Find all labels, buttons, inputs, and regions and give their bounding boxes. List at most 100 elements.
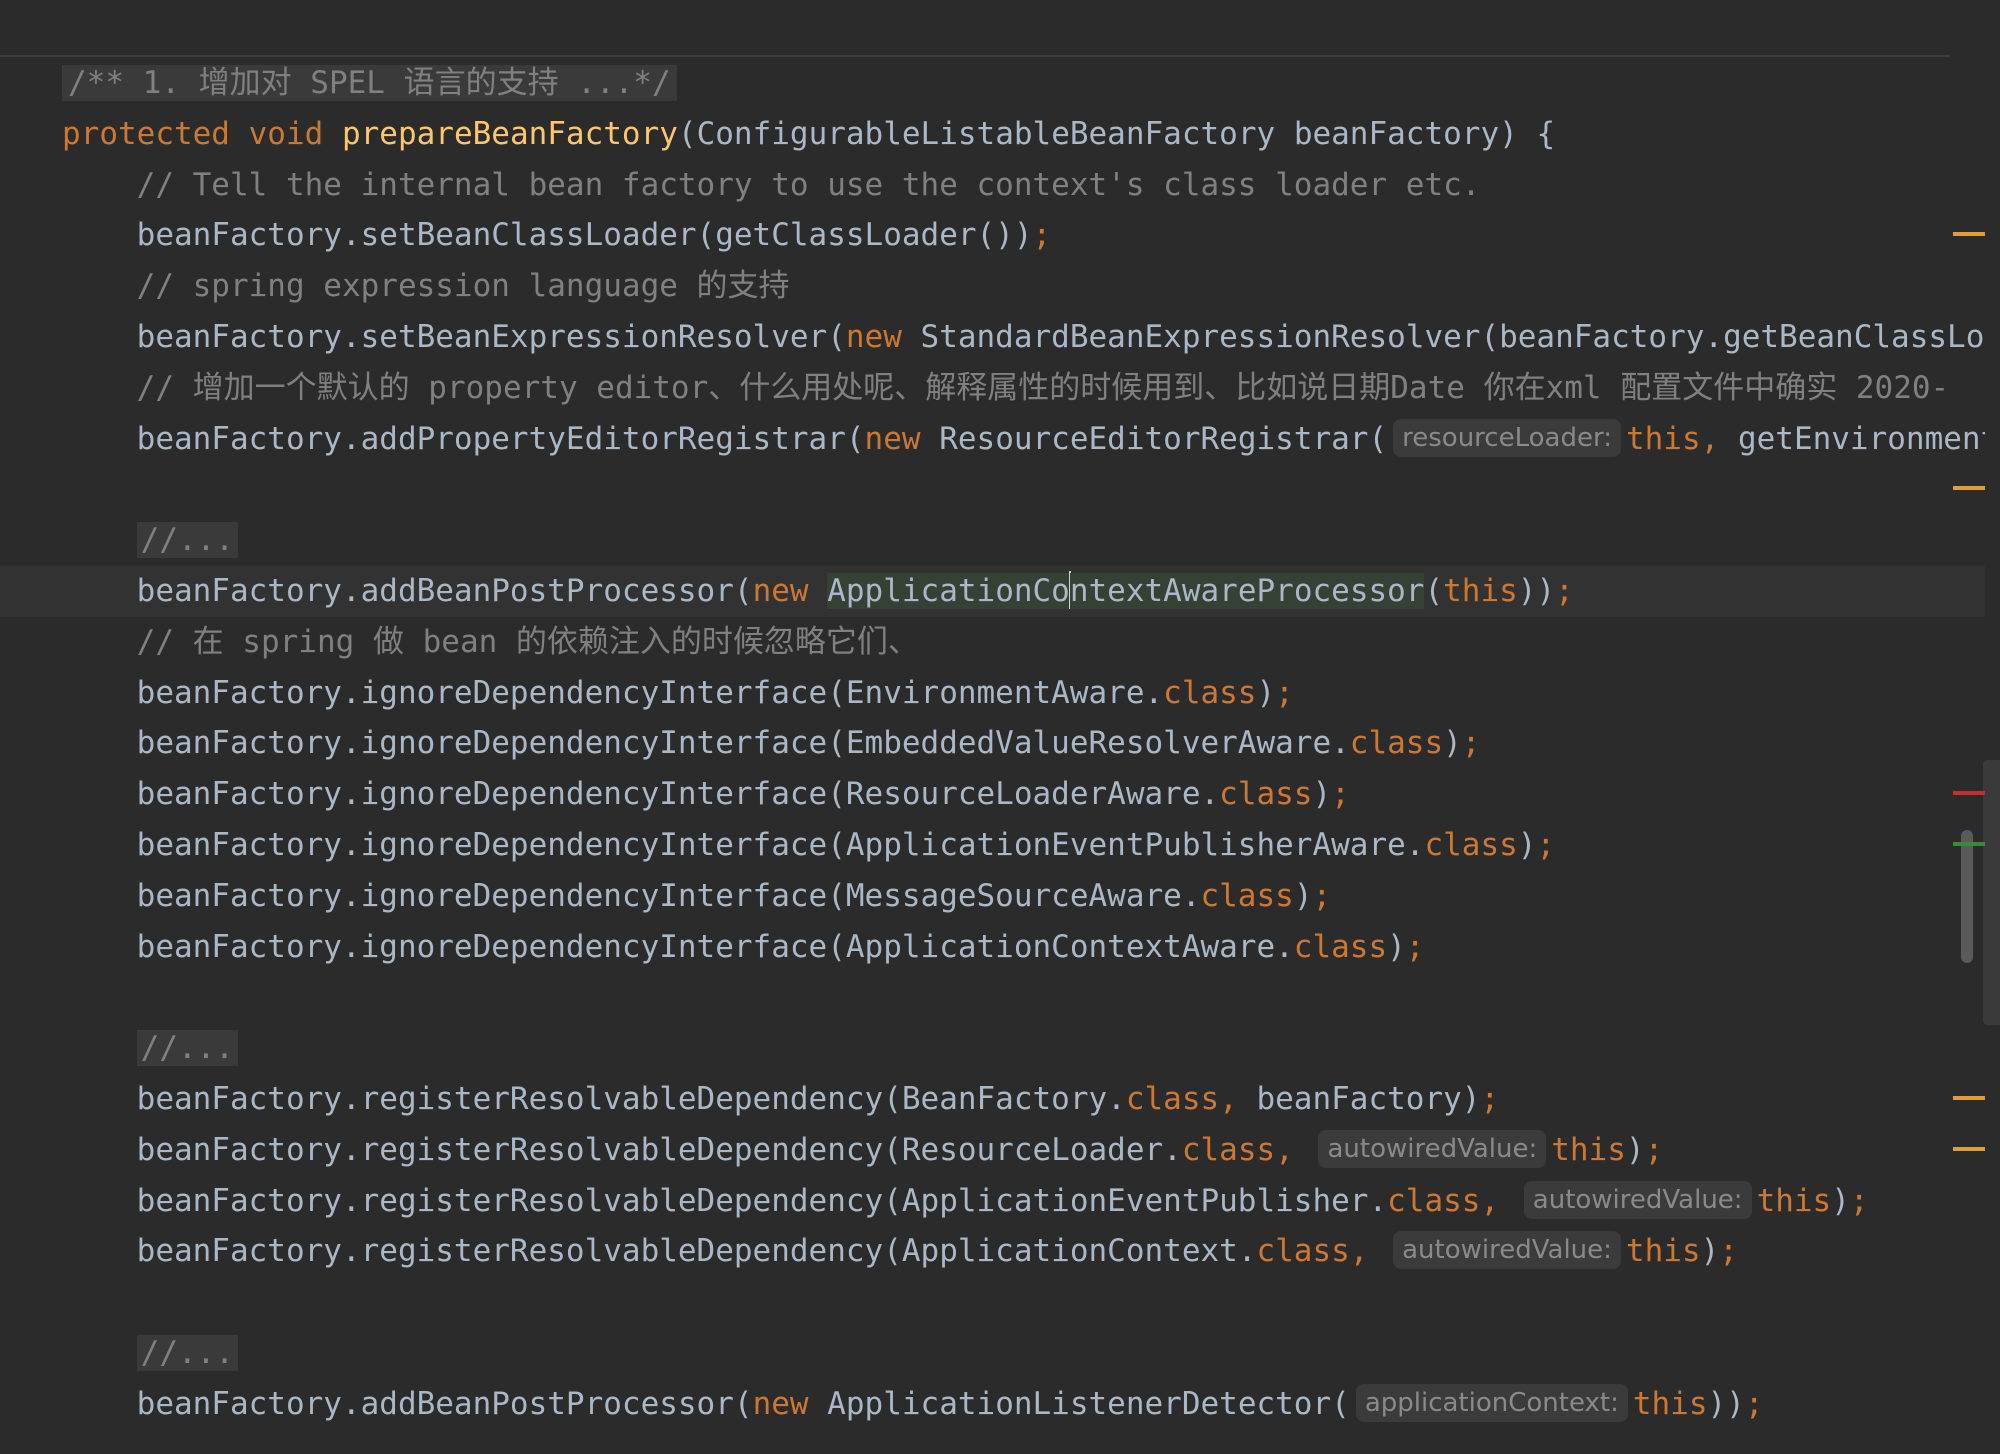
warn-stripe-marker[interactable] — [1953, 486, 1985, 491]
code-line[interactable]: //... — [0, 1328, 1985, 1379]
code-token: beanFactory.ignoreDependencyInterface(Ap… — [62, 928, 1294, 965]
err-stripe-marker[interactable] — [1953, 791, 1985, 796]
code-token: ( — [1424, 573, 1444, 609]
parameter-hint: applicationContext: — [1355, 1383, 1628, 1422]
warn-stripe-marker[interactable] — [1953, 1146, 1985, 1151]
code-area[interactable]: /** 1. 增加对 SPEL 语言的支持 ...*/ protected voi… — [0, 58, 1985, 1454]
keyword-token: ; — [1719, 1233, 1738, 1270]
code-line[interactable]: protected void prepareBeanFactory(Config… — [0, 109, 1985, 160]
code-token: ) — [1387, 928, 1406, 965]
code-token: beanFactory.registerResolvableDependency… — [62, 1081, 1126, 1117]
parameter-hint: autowiredValue: — [1393, 1231, 1621, 1270]
warn-stripe-marker[interactable] — [1953, 1096, 1985, 1100]
keyword-token: new — [845, 319, 921, 355]
code-token: beanFactory.addBeanPostProcessor( — [62, 1385, 753, 1422]
scrollbar-thumb[interactable] — [1961, 830, 1973, 963]
folded-region[interactable]: //... — [136, 1030, 238, 1067]
code-line[interactable]: beanFactory.ignoreDependencyInterface(Me… — [0, 871, 1985, 922]
keyword-token: ; — [1555, 573, 1574, 609]
comment-token: // 在 spring 做 bean 的依赖注入的时候忽略它们、 — [62, 623, 919, 660]
code-editor[interactable]: /** 1. 增加对 SPEL 语言的支持 ...*/ protected voi… — [0, 0, 2000, 1454]
keyword-token: ; — [1405, 928, 1425, 965]
keyword-token: protected — [62, 115, 249, 152]
folded-region[interactable]: //... — [136, 522, 238, 559]
code-line-current[interactable]: beanFactory.addBeanPostProcessor(new App… — [0, 566, 1985, 617]
code-line[interactable]: beanFactory.addBeanPostProcessor(new App… — [0, 1379, 1985, 1430]
keyword-token: ; — [1644, 1131, 1664, 1168]
code-line[interactable]: // 在 spring 做 bean 的依赖注入的时候忽略它们、 — [0, 617, 1985, 668]
keyword-token: class, — [1256, 1233, 1388, 1270]
keyword-token: class — [1424, 827, 1518, 863]
keyword-token: class — [1293, 928, 1388, 965]
code-token: ) — [1831, 1182, 1850, 1219]
keyword-token: this — [1632, 1385, 1708, 1422]
code-token: beanFactory.ignoreDependencyInterface(Ap… — [62, 827, 1425, 863]
code-token: StandardBeanExpressionResolver(beanFacto… — [920, 319, 1985, 355]
code-line[interactable]: beanFactory.ignoreDependencyInterface(Re… — [0, 769, 1985, 820]
code-token: beanFactory.ignoreDependencyInterface(Me… — [62, 877, 1201, 914]
code-token: beanFactory.registerResolvableDependency… — [62, 1131, 1182, 1168]
code-line[interactable]: beanFactory.ignoreDependencyInterface(Ap… — [0, 820, 1985, 871]
keyword-token: this — [1625, 1233, 1701, 1270]
code-line[interactable]: beanFactory.setBeanExpressionResolver(ne… — [0, 312, 1985, 363]
keyword-token: ; — [1536, 827, 1556, 863]
warn-stripe-marker[interactable] — [1953, 232, 1985, 237]
code-token: beanFactory.ignoreDependencyInterface(Em… — [62, 725, 1350, 762]
code-line[interactable]: /** 1. 增加对 SPEL 语言的支持 ...*/ — [0, 58, 1985, 109]
comment-token: // Tell the internal bean factory to use… — [62, 166, 1481, 203]
code-line[interactable]: beanFactory.registerResolvableDependency… — [0, 1226, 1985, 1277]
comment-token: // spring expression language 的支持 — [62, 268, 790, 305]
code-line[interactable]: beanFactory.ignoreDependencyInterface(Ap… — [0, 922, 1985, 973]
code-line[interactable]: beanFactory.addPropertyEditorRegistrar(n… — [0, 414, 1985, 465]
code-line[interactable]: beanFactory.setBeanClassLoader(getClassL… — [0, 210, 1985, 261]
highlighted-token: ApplicationCo — [827, 573, 1070, 609]
code-line[interactable]: beanFactory.ignoreDependencyInterface(En… — [0, 668, 1985, 719]
keyword-token: class, — [1181, 1131, 1313, 1168]
keyword-token: ; — [1849, 1182, 1869, 1219]
keyword-token: class, — [1125, 1081, 1257, 1117]
keyword-token: ; — [1032, 217, 1052, 254]
ok-stripe-marker[interactable] — [1953, 842, 1985, 846]
code-token: beanFactory.setBeanClassLoader(getClassL… — [62, 217, 1033, 254]
code-line[interactable]: //... — [0, 515, 1985, 566]
code-token: getEnvironment — [1737, 420, 1985, 457]
keyword-token: void — [248, 115, 342, 152]
code-token: )) — [1707, 1385, 1745, 1422]
folded-comment[interactable]: /** 1. 增加对 SPEL 语言的支持 ...*/ — [62, 65, 677, 101]
keyword-token: class — [1163, 674, 1257, 711]
keyword-token: new — [752, 573, 828, 609]
code-token: ) — [1517, 827, 1537, 863]
code-line[interactable]: // 增加一个默认的 property editor、什么用处呢、解释属性的时候… — [0, 363, 1985, 414]
code-token: beanFactory.registerResolvableDependency… — [62, 1233, 1257, 1270]
code-line[interactable]: beanFactory.registerResolvableDependency… — [0, 1125, 1985, 1176]
code-line[interactable] — [0, 1277, 1985, 1328]
code-line[interactable] — [0, 464, 1985, 515]
keyword-token: class — [1200, 877, 1294, 914]
scrollbar-track[interactable] — [1983, 760, 2000, 1025]
code-token: beanFactory.ignoreDependencyInterface(Re… — [62, 776, 1220, 813]
keyword-token: new — [752, 1385, 828, 1422]
code-line[interactable]: beanFactory.registerResolvableDependency… — [0, 1176, 1985, 1227]
folded-region[interactable]: //... — [136, 1335, 238, 1371]
code-line[interactable]: beanFactory.registerResolvableDependency… — [0, 1074, 1985, 1125]
code-token: beanFactory) — [1256, 1081, 1481, 1117]
code-line[interactable] — [0, 972, 1985, 1023]
parameter-hint: autowiredValue: — [1318, 1129, 1547, 1168]
code-token: ) — [1700, 1233, 1720, 1270]
code-line[interactable]: //... — [0, 1023, 1985, 1074]
keyword-token: class, — [1387, 1182, 1518, 1219]
code-token: )) — [1517, 573, 1556, 609]
code-token: beanFactory.ignoreDependencyInterface(En… — [62, 674, 1164, 711]
code-line[interactable]: // spring expression language 的支持 — [0, 261, 1985, 312]
code-token: ) — [1625, 1131, 1645, 1168]
code-line[interactable]: beanFactory.ignoreDependencyInterface(Em… — [0, 718, 1985, 769]
keyword-token: this, — [1625, 420, 1738, 457]
code-line[interactable]: // Tell the internal bean factory to use… — [0, 160, 1985, 211]
keyword-token: class — [1349, 725, 1444, 762]
code-token: beanFactory.addBeanPostProcessor( — [62, 573, 753, 609]
keyword-token: ; — [1744, 1385, 1764, 1422]
keyword-token: this — [1443, 573, 1518, 609]
